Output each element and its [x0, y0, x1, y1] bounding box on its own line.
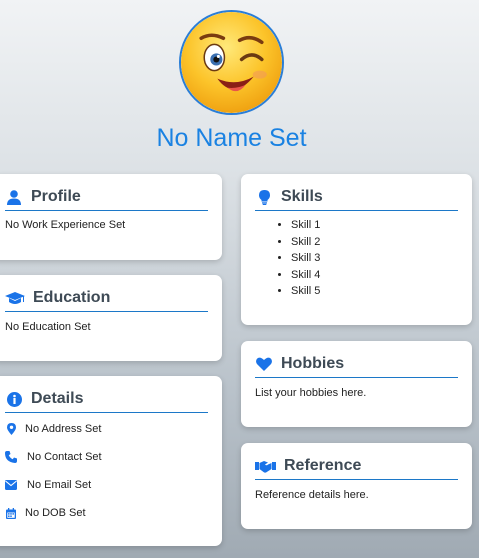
skills-card-header: Skills: [255, 184, 458, 211]
education-card-text: No Education Set: [5, 321, 91, 333]
list-item: Skill 1: [291, 217, 320, 234]
education-card-title: Education: [33, 289, 111, 306]
skills-card: Skills Skill 1 Skill 2 Skill 3 Skill 4 S…: [241, 174, 472, 325]
hobbies-card-title: Hobbies: [281, 355, 345, 372]
education-card: Education No Education Set: [0, 275, 222, 361]
list-item: Skill 4: [291, 267, 320, 284]
skills-list: Skill 1 Skill 2 Skill 3 Skill 4 Skill 5: [255, 217, 320, 300]
profile-card-text: No Work Experience Set: [5, 219, 126, 231]
phone-icon: [5, 451, 17, 463]
profile-card: Profile No Work Experience Set: [0, 174, 222, 260]
graduation-cap-icon: [5, 289, 25, 307]
detail-contact: No Contact Set: [5, 450, 102, 464]
details-card-header: Details: [5, 386, 208, 413]
detail-address: No Address Set: [5, 422, 102, 436]
user-icon: [5, 188, 23, 206]
hobbies-card-header: Hobbies: [255, 351, 458, 378]
list-item: Skill 5: [291, 283, 320, 300]
heart-icon: [255, 355, 273, 373]
details-card-title: Details: [31, 390, 84, 407]
reference-card-title: Reference: [284, 457, 362, 474]
winking-emoji-icon: [181, 12, 282, 113]
hobbies-card-text: List your hobbies here.: [255, 387, 367, 399]
handshake-icon: [255, 457, 276, 475]
detail-address-text: No Address Set: [25, 423, 102, 435]
avatar[interactable]: [179, 10, 284, 115]
detail-dob-text: No DOB Set: [25, 507, 86, 519]
detail-email: No Email Set: [5, 478, 102, 492]
hobbies-card: Hobbies List your hobbies here.: [241, 341, 472, 427]
lightbulb-icon: [255, 188, 273, 206]
profile-card-header: Profile: [5, 184, 208, 211]
education-card-header: Education: [5, 285, 208, 312]
envelope-icon: [5, 479, 17, 491]
profile-name: No Name Set: [156, 124, 307, 152]
info-icon: [5, 390, 23, 408]
reference-card: Reference Reference details here.: [241, 443, 472, 529]
map-pin-icon: [5, 423, 17, 435]
detail-contact-text: No Contact Set: [27, 451, 102, 463]
detail-dob: No DOB Set: [5, 506, 102, 520]
detail-email-text: No Email Set: [27, 479, 92, 491]
reference-card-header: Reference: [255, 453, 458, 480]
list-item: Skill 2: [291, 234, 320, 251]
details-card: Details No Address Set No Contact Set No…: [0, 376, 222, 546]
calendar-icon: [5, 507, 17, 519]
skills-card-title: Skills: [281, 188, 323, 205]
reference-card-text: Reference details here.: [255, 489, 369, 501]
list-item: Skill 3: [291, 250, 320, 267]
profile-card-title: Profile: [31, 188, 81, 205]
